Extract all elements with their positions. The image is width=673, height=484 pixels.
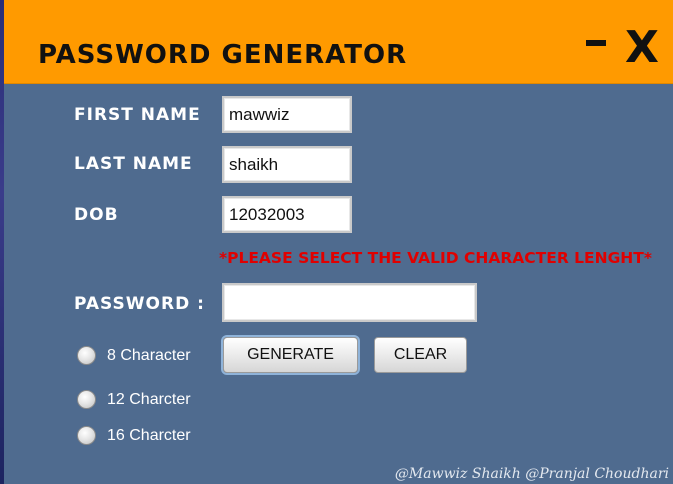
generate-button[interactable]: GENERATE: [223, 337, 358, 373]
radio-8-character[interactable]: [77, 346, 96, 365]
dob-field[interactable]: [222, 196, 352, 233]
close-button[interactable]: X: [620, 26, 664, 70]
first-name-label: FIRST NAME: [74, 105, 201, 125]
clear-button[interactable]: CLEAR: [374, 337, 467, 373]
title-bar: PASSWORD GENERATOR X: [4, 0, 673, 84]
last-name-field[interactable]: [222, 146, 352, 183]
last-name-label: LAST NAME: [74, 154, 193, 174]
radio-12-character-label[interactable]: 12 Charcter: [107, 391, 191, 409]
radio-16-character[interactable]: [77, 426, 96, 445]
dob-label: DOB: [74, 205, 119, 225]
password-label: PASSWORD :: [74, 294, 205, 314]
radio-12-character[interactable]: [77, 390, 96, 409]
app-title: PASSWORD GENERATOR: [38, 40, 408, 70]
password-field[interactable]: [222, 283, 477, 322]
character-length-warning: *PLEASE SELECT THE VALID CHARACTER LENGH…: [219, 249, 652, 267]
radio-8-character-label[interactable]: 8 Character: [107, 347, 191, 365]
radio-16-character-label[interactable]: 16 Charcter: [107, 427, 191, 445]
credits: @Mawwiz Shaikh @Pranjal Choudhari: [394, 466, 669, 482]
first-name-field[interactable]: [222, 96, 352, 133]
minimize-button[interactable]: [584, 26, 610, 56]
